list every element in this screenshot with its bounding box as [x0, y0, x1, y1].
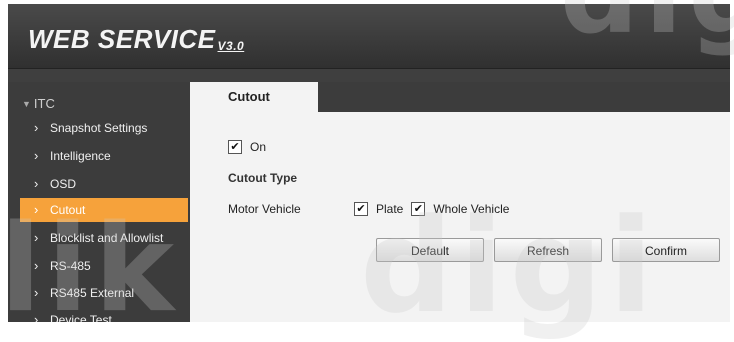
- default-button[interactable]: Default: [376, 238, 484, 262]
- main-content: Cutout ✔ On Cutout Type Motor Vehicle ✔ …: [190, 82, 730, 322]
- confirm-button[interactable]: Confirm: [612, 238, 720, 262]
- sidebar-item-label: Intelligence: [50, 149, 111, 163]
- tab-bar: Cutout: [190, 82, 730, 112]
- sidebar-item-label: RS-485: [50, 259, 91, 273]
- chevron-right-icon: ›: [34, 148, 39, 163]
- sidebar-item-osd[interactable]: › OSD: [20, 172, 188, 196]
- chevron-right-icon: ›: [34, 258, 39, 273]
- sidebar-item-snapshot-settings[interactable]: › Snapshot Settings: [20, 116, 188, 140]
- app-header: WEB SERVICE V3.0: [8, 4, 730, 69]
- motor-vehicle-row: Motor Vehicle ✔ Plate ✔ Whole Vehicle: [228, 202, 509, 216]
- sidebar-item-cutout[interactable]: › Cutout: [20, 198, 188, 222]
- sidebar-item-intelligence[interactable]: › Intelligence: [20, 144, 188, 168]
- chevron-right-icon: ›: [34, 285, 39, 300]
- whole-vehicle-checkbox[interactable]: ✔: [411, 202, 426, 216]
- version-label: V3.0: [217, 39, 245, 53]
- triangle-down-icon: ▼: [22, 99, 31, 109]
- chevron-right-icon: ›: [34, 202, 39, 217]
- sidebar-item-label: Device Test: [50, 313, 112, 322]
- sidebar-item-label: RS485 External: [50, 286, 135, 300]
- brand-title: WEB SERVICE: [28, 24, 216, 54]
- brand-logo: WEB SERVICE V3.0: [28, 24, 244, 55]
- tab-cutout[interactable]: Cutout: [190, 82, 318, 112]
- plate-checkbox[interactable]: ✔: [354, 202, 368, 216]
- chevron-right-icon: ›: [34, 120, 39, 135]
- cutout-type-heading: Cutout Type: [228, 171, 298, 185]
- plate-label: Plate: [376, 202, 404, 216]
- sidebar: ▼ ITC › Snapshot Settings › Intelligence › O…: [8, 82, 190, 322]
- sidebar-item-label: OSD: [50, 177, 77, 191]
- enable-checkbox[interactable]: ✔: [228, 140, 242, 154]
- sidebar-item-rs485[interactable]: › RS-485: [20, 254, 188, 278]
- motor-vehicle-label: Motor Vehicle: [228, 202, 301, 216]
- whole-vehicle-label: Whole Vehicle: [433, 202, 510, 216]
- sidebar-item-rs485-external[interactable]: › RS485 External: [20, 281, 188, 305]
- enable-row: ✔ On: [228, 140, 266, 154]
- chevron-right-icon: ›: [34, 176, 39, 191]
- chevron-right-icon: ›: [34, 312, 39, 322]
- sidebar-item-blocklist-allowlist[interactable]: › Blocklist and Allowlist: [20, 226, 188, 250]
- sidebar-group-itc[interactable]: ▼ ITC: [22, 96, 55, 111]
- sidebar-item-label: Blocklist and Allowlist: [50, 231, 164, 245]
- sidebar-group-label: ITC: [33, 96, 55, 111]
- refresh-button[interactable]: Refresh: [494, 238, 602, 262]
- web-service-window: WEB SERVICE V3.0 ▼ ITC › Snapshot Settings …: [8, 4, 730, 322]
- sidebar-item-device-test[interactable]: › Device Test: [20, 308, 188, 322]
- chevron-right-icon: ›: [34, 230, 39, 245]
- sidebar-item-label: Snapshot Settings: [50, 121, 148, 135]
- enable-label: On: [250, 140, 267, 154]
- sidebar-item-label: Cutout: [50, 203, 86, 217]
